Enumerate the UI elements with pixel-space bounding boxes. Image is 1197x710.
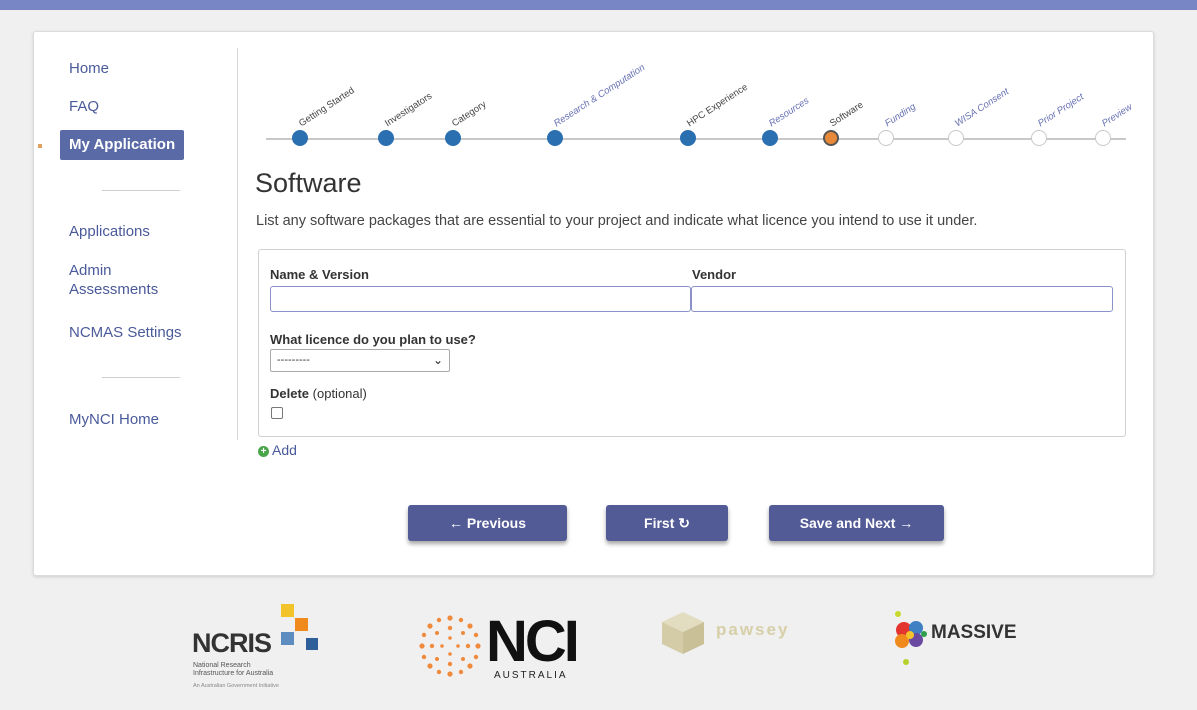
step-label[interactable]: Software <box>828 100 865 130</box>
step-resources[interactable]: Resources <box>762 32 811 162</box>
page-intro: List any software packages that are esse… <box>256 213 978 229</box>
sidebar-divider <box>237 48 238 440</box>
nav-faq-link[interactable]: FAQ <box>69 97 99 116</box>
step-hpc-experience[interactable]: HPC Experience <box>680 32 750 162</box>
main-card: Home FAQ My Application Applications Adm… <box>33 31 1154 576</box>
step-getting-started[interactable]: Getting Started <box>292 32 357 162</box>
vendor-label: Vendor <box>692 267 737 282</box>
sidebar-nav: Home FAQ My Application Applications Adm… <box>34 32 239 442</box>
pawsey-wordmark: pawsey <box>716 620 790 639</box>
delete-label: Delete (optional) <box>270 386 367 401</box>
nav-separator <box>102 377 180 378</box>
massive-logo[interactable]: MASSIVE <box>890 611 1040 672</box>
progress-stepper: Getting Started Investigators Category R… <box>256 32 1136 162</box>
first-button[interactable]: First ↻ <box>606 505 728 541</box>
ncris-square <box>281 604 294 617</box>
nav-home-link[interactable]: Home <box>69 59 109 78</box>
step-label[interactable]: Resources <box>767 95 811 129</box>
ncris-square <box>295 618 308 631</box>
step-dot[interactable] <box>445 130 461 146</box>
step-label[interactable]: Preview <box>1100 102 1134 130</box>
ncris-square <box>306 638 318 650</box>
step-software[interactable]: Software <box>823 32 865 162</box>
add-label: Add <box>272 442 297 458</box>
step-dot[interactable] <box>762 130 778 146</box>
step-dot[interactable] <box>948 130 964 146</box>
previous-button[interactable]: ← Previous <box>408 505 567 541</box>
nav-ncmas-settings-link[interactable]: NCMAS Settings <box>69 323 182 342</box>
step-label[interactable]: Getting Started <box>297 85 357 129</box>
save-next-button[interactable]: Save and Next → <box>769 505 944 541</box>
step-label[interactable]: Funding <box>883 101 918 129</box>
page-title: Software <box>255 168 362 198</box>
step-research-computation[interactable]: Research & Computation <box>547 32 647 162</box>
software-form: Name & Version Vendor What licence do yo… <box>258 249 1126 437</box>
name-version-input[interactable] <box>270 286 691 312</box>
nci-starburst-icon <box>419 615 481 677</box>
add-icon: + <box>258 446 269 457</box>
name-version-label: Name & Version <box>270 267 369 282</box>
step-funding[interactable]: Funding <box>878 32 918 162</box>
step-label[interactable]: Prior Project <box>1036 92 1086 130</box>
licence-selected-value: --------- <box>277 354 310 366</box>
step-dot[interactable] <box>547 130 563 146</box>
step-dot[interactable] <box>823 130 839 146</box>
step-dot[interactable] <box>1095 130 1111 146</box>
step-investigators[interactable]: Investigators <box>378 32 434 162</box>
delete-label-text: Delete <box>270 386 310 401</box>
licence-label: What licence do you plan to use? <box>270 332 476 347</box>
step-dot[interactable] <box>378 130 394 146</box>
nci-logo[interactable]: NCI AUSTRALIA <box>416 609 586 690</box>
vendor-input[interactable] <box>691 286 1113 312</box>
step-dot[interactable] <box>292 130 308 146</box>
step-category[interactable]: Category <box>445 32 488 162</box>
nav-applications-link[interactable]: Applications <box>69 222 150 241</box>
step-label[interactable]: WISA Consent <box>953 86 1011 129</box>
stepper-track <box>266 138 1126 140</box>
ncris-wordmark: NCRIS <box>192 628 272 658</box>
nci-wordmark: NCI <box>486 609 580 674</box>
ncris-subtitle: National Research Infrastructure for Aus… <box>193 662 333 690</box>
massive-molecule-icon <box>895 611 927 665</box>
step-wisa-consent[interactable]: WISA Consent <box>948 32 1011 162</box>
step-label[interactable]: Category <box>450 99 488 129</box>
step-label[interactable]: HPC Experience <box>685 82 750 129</box>
footer-logos: NCRIS National Research Infrastructure f… <box>0 590 1197 706</box>
ncris-square <box>281 632 294 645</box>
licence-select[interactable]: --------- ⌄ <box>270 349 450 372</box>
step-dot[interactable] <box>680 130 696 146</box>
step-label[interactable]: Investigators <box>383 91 434 130</box>
add-software-link[interactable]: + Add <box>258 442 297 458</box>
pawsey-logo[interactable]: pawsey <box>658 610 848 660</box>
pawsey-cube-icon <box>662 612 704 654</box>
delete-checkbox[interactable] <box>271 407 283 419</box>
step-dot[interactable] <box>1031 130 1047 146</box>
nav-separator <box>102 190 180 191</box>
ncris-subtitle-line: National Research <box>193 662 251 669</box>
nav-mynci-home-link[interactable]: MyNCI Home <box>69 410 159 429</box>
ncris-logo[interactable]: NCRIS National Research Infrastructure f… <box>188 600 328 710</box>
top-accent-bar <box>0 0 1197 10</box>
ncris-subtitle-line: An Australian Government Initiative <box>193 683 279 689</box>
step-label[interactable]: Research & Computation <box>552 62 647 129</box>
nci-subtitle: AUSTRALIA <box>494 670 568 681</box>
ncris-subtitle-line: Infrastructure for Australia <box>193 670 274 677</box>
chevron-down-icon: ⌄ <box>432 353 443 367</box>
step-dot[interactable] <box>878 130 894 146</box>
nav-my-application-link[interactable]: My Application <box>60 130 185 160</box>
delete-optional-text: (optional) <box>312 386 367 401</box>
active-bullet <box>38 144 42 148</box>
nav-admin-assessments-link[interactable]: Admin Assessments <box>69 261 179 299</box>
step-prior-project[interactable]: Prior Project <box>1031 32 1086 162</box>
massive-wordmark: MASSIVE <box>931 622 1017 643</box>
step-preview[interactable]: Preview <box>1095 32 1134 162</box>
